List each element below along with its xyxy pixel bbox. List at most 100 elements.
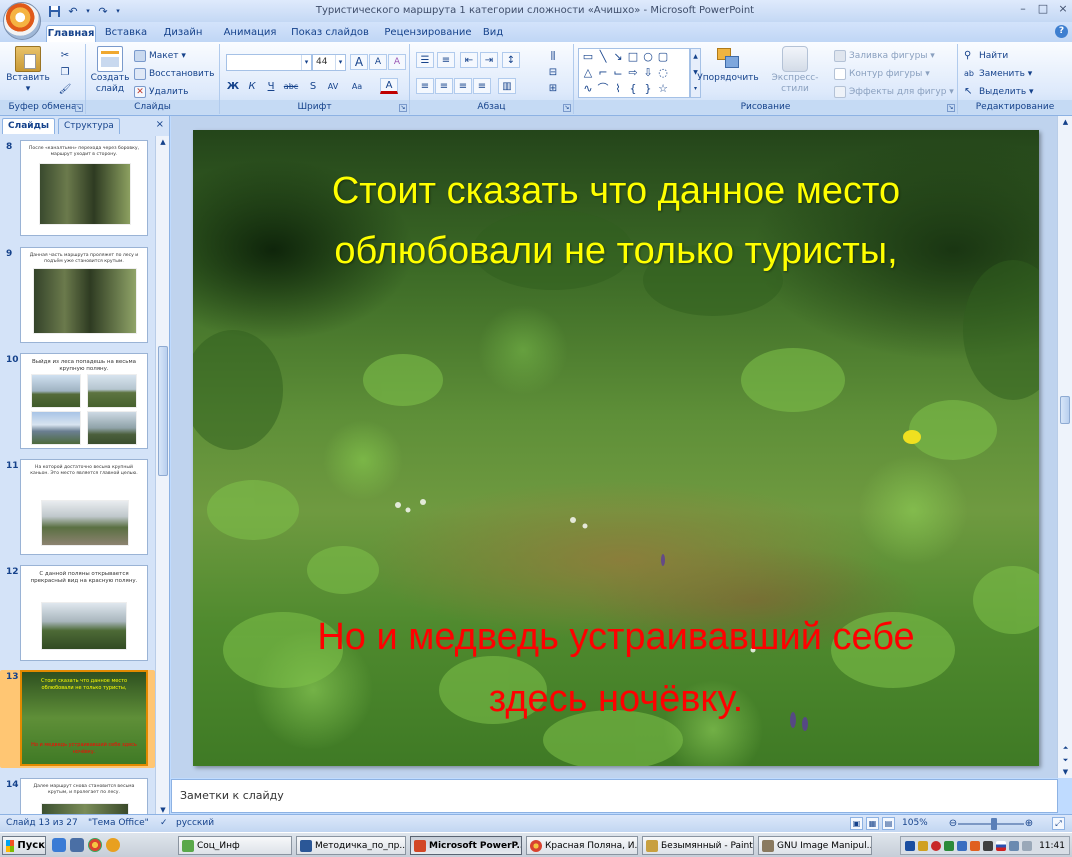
tab-outline[interactable]: Структура: [58, 118, 120, 134]
task-soc-inf[interactable]: Соц_Инф: [178, 836, 292, 855]
align-center-icon[interactable]: ≡: [435, 78, 453, 94]
slide-title-line-1[interactable]: Стоит сказать что данное место: [193, 162, 1039, 220]
task-metodichka[interactable]: Методичка_по_пр...: [296, 836, 406, 855]
change-case-button[interactable]: Aa: [348, 78, 366, 94]
redo-icon[interactable]: ↷: [95, 3, 111, 19]
shape-effects-button[interactable]: Эффекты для фигур ▾: [834, 84, 954, 99]
notes-pane[interactable]: Заметки к слайду: [171, 779, 1058, 813]
zoom-knob[interactable]: [991, 818, 997, 830]
columns-icon[interactable]: ▥: [498, 78, 516, 94]
format-painter-icon[interactable]: 🖌: [56, 81, 74, 97]
tab-design[interactable]: Дизайн: [160, 25, 206, 42]
undo-dropdown-icon[interactable]: ▾: [84, 3, 92, 19]
right-arrow-shape-icon[interactable]: ⇨: [627, 67, 639, 79]
layout-button[interactable]: Макет ▾: [134, 48, 186, 63]
reset-button[interactable]: Восстановить: [134, 66, 214, 81]
tray-icon[interactable]: [1022, 841, 1032, 851]
slide-thumbnail-14[interactable]: 14 Далее маршрут снова становится весьма…: [0, 778, 155, 816]
triangle-shape-icon[interactable]: △: [582, 67, 594, 79]
ie-icon[interactable]: [52, 838, 66, 852]
oval-shape-icon[interactable]: ○: [642, 51, 654, 63]
maximize-button[interactable]: □: [1036, 2, 1050, 16]
arc-shape-icon[interactable]: ⌒: [597, 83, 609, 95]
volume-icon[interactable]: [983, 841, 993, 851]
font-color-button[interactable]: A: [380, 78, 398, 94]
task-powerpoint[interactable]: Microsoft PowerP...: [410, 836, 522, 855]
chrome-icon[interactable]: [88, 838, 102, 852]
tab-view[interactable]: Вид: [480, 25, 506, 42]
editor-scroll-down[interactable]: ▼: [1058, 766, 1072, 778]
textbox-shape-icon[interactable]: ▭: [582, 51, 594, 63]
curve-shape-icon[interactable]: ∿: [582, 83, 594, 95]
office-button[interactable]: [3, 2, 41, 40]
next-slide-icon[interactable]: ⏷: [1058, 754, 1072, 766]
copy-icon[interactable]: ❐: [56, 64, 74, 80]
scroll-up-arrow[interactable]: ▲: [156, 136, 170, 148]
decrease-indent-icon[interactable]: ⇤: [460, 52, 478, 68]
cut-icon[interactable]: ✂: [56, 47, 74, 63]
underline-button[interactable]: Ч: [262, 78, 280, 94]
callout-shape-icon[interactable]: ◌: [657, 67, 669, 79]
editor-scroll-thumb[interactable]: [1060, 396, 1070, 424]
pane-scroll-thumb[interactable]: [158, 346, 168, 476]
tab-animation[interactable]: Анимация: [220, 25, 280, 42]
strikethrough-button[interactable]: abc: [282, 78, 300, 94]
language-indicator[interactable]: русский: [176, 818, 214, 828]
shadow-button[interactable]: S: [304, 78, 322, 94]
bullets-icon[interactable]: ☰: [416, 52, 434, 68]
minimize-button[interactable]: –: [1016, 2, 1030, 16]
brace-left-icon[interactable]: {: [627, 83, 639, 95]
shape-outline-button[interactable]: Контур фигуры ▾: [834, 66, 930, 81]
increase-indent-icon[interactable]: ⇥: [480, 52, 498, 68]
save-icon[interactable]: [46, 3, 62, 19]
tab-slides[interactable]: Слайды: [2, 118, 55, 134]
tray-icon[interactable]: [957, 841, 967, 851]
fit-to-window-button[interactable]: ⤢: [1052, 817, 1065, 830]
slide-thumbnail-13[interactable]: 13 Стоит сказать что данное место облюбо…: [0, 670, 155, 768]
rectangle-shape-icon[interactable]: □: [627, 51, 639, 63]
tray-icon[interactable]: [1009, 841, 1019, 851]
brace-right-icon[interactable]: }: [642, 83, 654, 95]
app-icon[interactable]: [106, 838, 120, 852]
customize-qat-icon[interactable]: ▾: [114, 3, 122, 19]
rounded-rect-shape-icon[interactable]: ▢: [657, 51, 669, 63]
slide-text-line-3[interactable]: Но и медведь устраивавший себе: [193, 608, 1039, 666]
language-flag-icon[interactable]: [996, 841, 1006, 851]
new-slide-button[interactable]: Создать слайд: [90, 46, 130, 95]
font-name-dropdown-icon[interactable]: ▾: [301, 55, 311, 70]
tab-slideshow[interactable]: Показ слайдов: [290, 25, 370, 42]
font-dialog-launcher[interactable]: ↘: [399, 104, 407, 112]
elbow-arrow-icon[interactable]: ⌙: [612, 67, 624, 79]
slide-thumbnail-11[interactable]: 11 На которой достаточно весьма крупный …: [0, 459, 155, 557]
align-left-icon[interactable]: ≡: [416, 78, 434, 94]
font-size-combo[interactable]: 44 ▾: [312, 54, 346, 71]
tray-icon[interactable]: [918, 841, 928, 851]
current-slide[interactable]: Стоит сказать что данное место облюбовал…: [193, 130, 1039, 766]
task-paint[interactable]: Безымянный - Paint: [642, 836, 754, 855]
tray-icon[interactable]: [905, 841, 915, 851]
clipboard-dialog-launcher[interactable]: ↘: [75, 104, 83, 112]
freeform-shape-icon[interactable]: ⌇: [612, 83, 624, 95]
zoom-level[interactable]: 105%: [902, 818, 928, 828]
numbering-icon[interactable]: ≡: [437, 52, 455, 68]
line-spacing-icon[interactable]: ↕: [502, 52, 520, 68]
normal-view-button[interactable]: ▣: [850, 817, 863, 830]
slide-thumbnail-9[interactable]: 9 Данная часть маршрута проляжет по лесу…: [0, 247, 155, 345]
paste-button[interactable]: Вставить ▾: [6, 46, 50, 95]
elbow-connector-icon[interactable]: ⌐: [597, 67, 609, 79]
zoom-slider[interactable]: ⊖ ⊕: [948, 818, 1034, 830]
tab-review[interactable]: Рецензирование: [380, 25, 476, 42]
line-shape-icon[interactable]: ╲: [597, 51, 609, 63]
spellcheck-icon[interactable]: ✓: [160, 818, 168, 828]
tab-home[interactable]: Главная: [46, 25, 96, 42]
find-button[interactable]: ⚲ Найти: [964, 48, 1008, 63]
undo-icon[interactable]: ↶: [65, 3, 81, 19]
char-spacing-button[interactable]: AV: [324, 78, 342, 94]
replace-button[interactable]: ab Заменить ▾: [964, 66, 1032, 81]
align-right-icon[interactable]: ≡: [454, 78, 472, 94]
slide-text-line-4[interactable]: здесь ночёвку.: [193, 670, 1039, 728]
drawing-dialog-launcher[interactable]: ↘: [947, 104, 955, 112]
align-text-icon[interactable]: ⊟: [544, 64, 562, 80]
text-direction-icon[interactable]: ⫼: [544, 48, 562, 64]
shape-fill-button[interactable]: Заливка фигуры ▾: [834, 48, 935, 63]
